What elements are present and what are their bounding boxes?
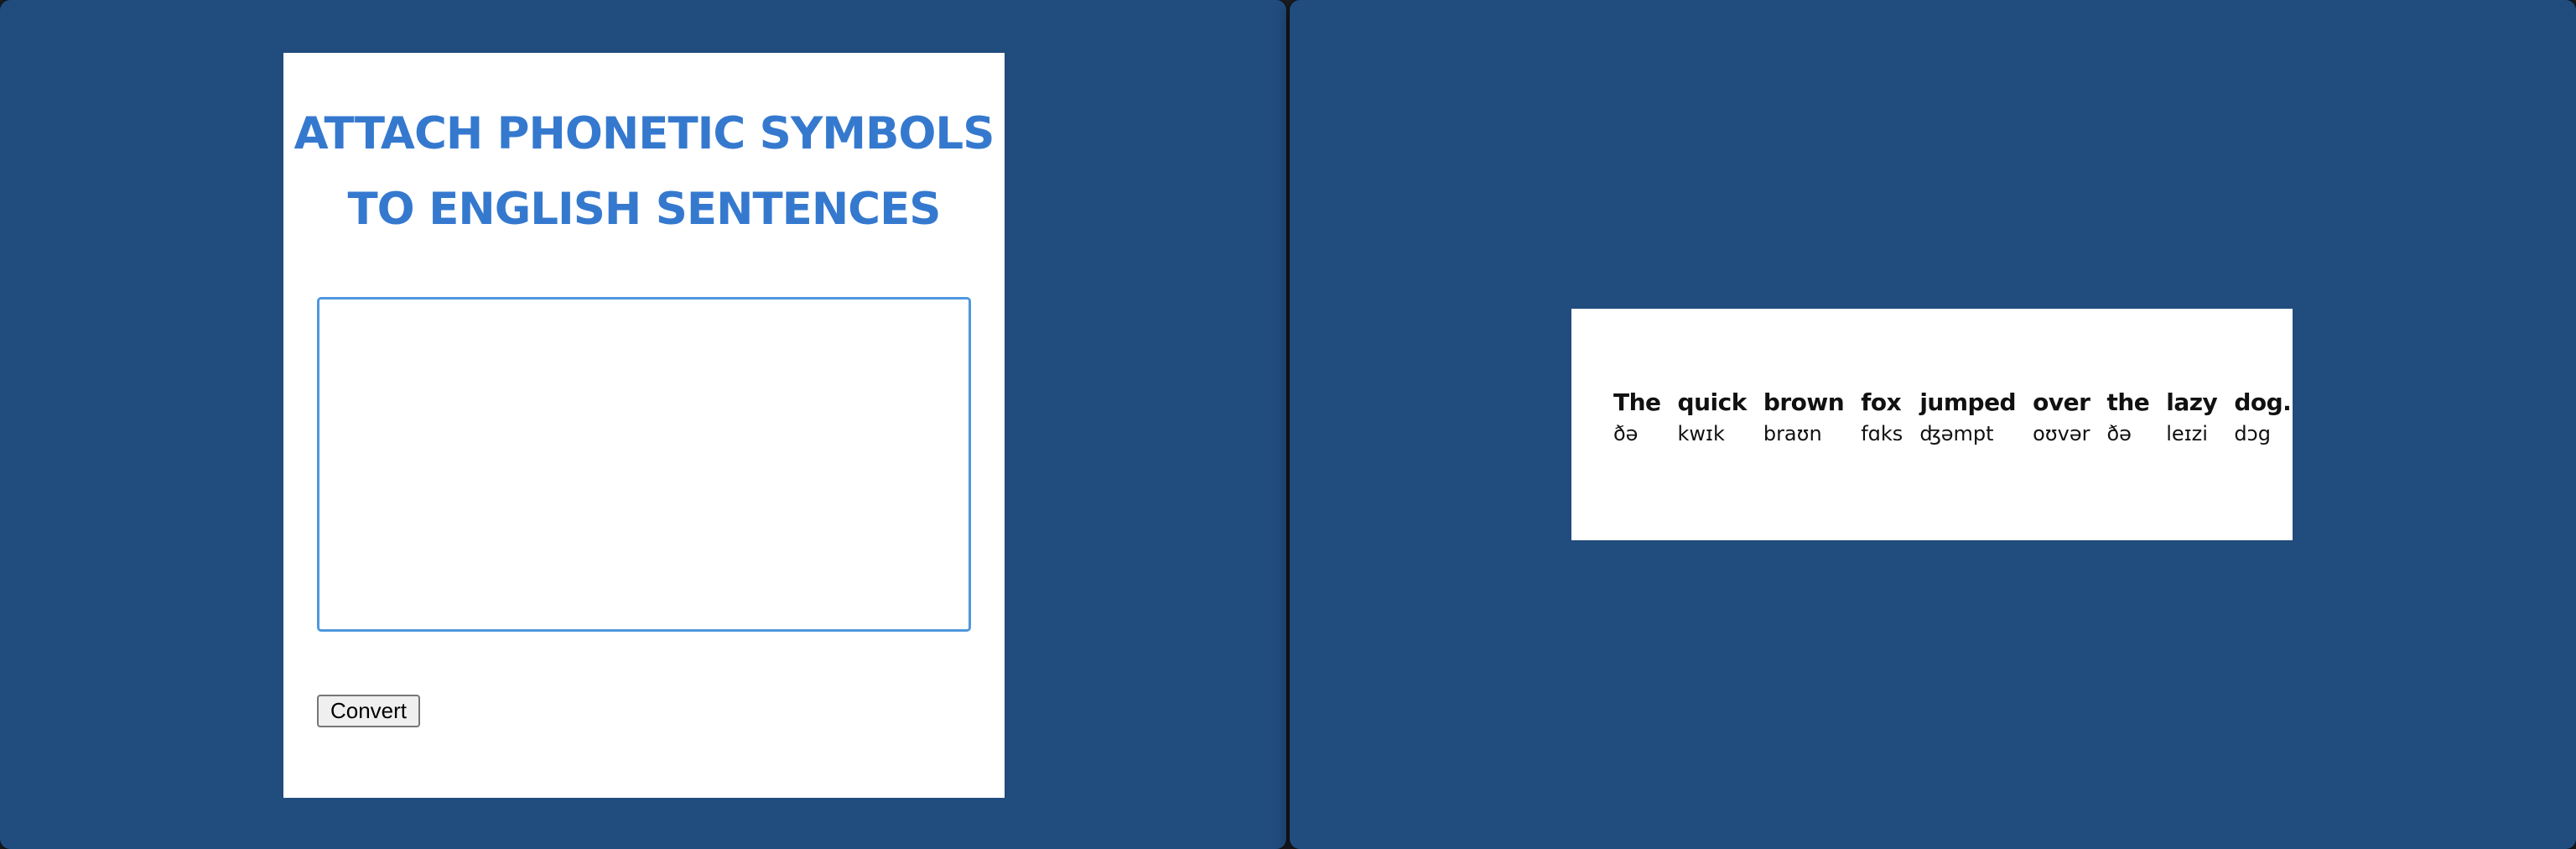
- title-line-1: ATTACH PHONETIC SYMBOLS: [293, 108, 995, 159]
- word-text: brown: [1763, 388, 1845, 416]
- word-ipa: kwɪk: [1677, 422, 1725, 445]
- word-text: lazy: [2166, 388, 2218, 416]
- word-item: quick kwɪk: [1677, 386, 1748, 446]
- sentence-input[interactable]: [317, 297, 971, 632]
- word-text: quick: [1677, 388, 1748, 416]
- word-ipa: ʤəmpt: [1919, 422, 1994, 445]
- title-line-2: TO ENGLISH SENTENCES: [347, 184, 942, 235]
- desktop-screen: ATTACH PHONETIC SYMBOLS TO ENGLISH SENTE…: [0, 0, 2576, 849]
- word-item: the ðə: [2106, 386, 2149, 446]
- input-card: ATTACH PHONETIC SYMBOLS TO ENGLISH SENTE…: [283, 53, 1005, 798]
- word-text: jumped: [1919, 388, 2017, 416]
- word-ipa: ðə: [2106, 422, 2132, 445]
- word-item: brown braʊn: [1763, 386, 1845, 446]
- page-title: ATTACH PHONETIC SYMBOLS TO ENGLISH SENTE…: [283, 96, 1005, 247]
- word-ipa: ðə: [1613, 422, 1639, 445]
- word-ipa: fɑks: [1861, 422, 1903, 445]
- word-ipa: leɪzi: [2166, 422, 2208, 445]
- word-ipa: oʊvər: [2033, 422, 2090, 445]
- word-row: The ðə quick kwɪk brown braʊn fox fɑks j…: [1613, 386, 2292, 446]
- word-item: The ðə: [1613, 386, 1661, 446]
- input-window: ATTACH PHONETIC SYMBOLS TO ENGLISH SENTE…: [0, 0, 1286, 849]
- word-item: over oʊvər: [2033, 386, 2090, 446]
- word-item: fox fɑks: [1861, 386, 1903, 446]
- word-text: dog.: [2234, 388, 2292, 416]
- word-text: the: [2106, 388, 2150, 416]
- word-item: lazy leɪzi: [2166, 386, 2218, 446]
- output-window: The ðə quick kwɪk brown braʊn fox fɑks j…: [1290, 0, 2576, 849]
- phonetic-output: The ðə quick kwɪk brown braʊn fox fɑks j…: [1571, 309, 2293, 540]
- convert-button[interactable]: Convert: [317, 695, 420, 727]
- word-text: over: [2033, 388, 2090, 416]
- word-item: dog. dɔg: [2234, 386, 2291, 446]
- word-ipa: dɔg: [2234, 422, 2271, 445]
- word-ipa: braʊn: [1763, 422, 1822, 445]
- word-item: jumped ʤəmpt: [1919, 386, 2016, 446]
- word-text: fox: [1861, 388, 1902, 416]
- word-text: The: [1613, 388, 1661, 416]
